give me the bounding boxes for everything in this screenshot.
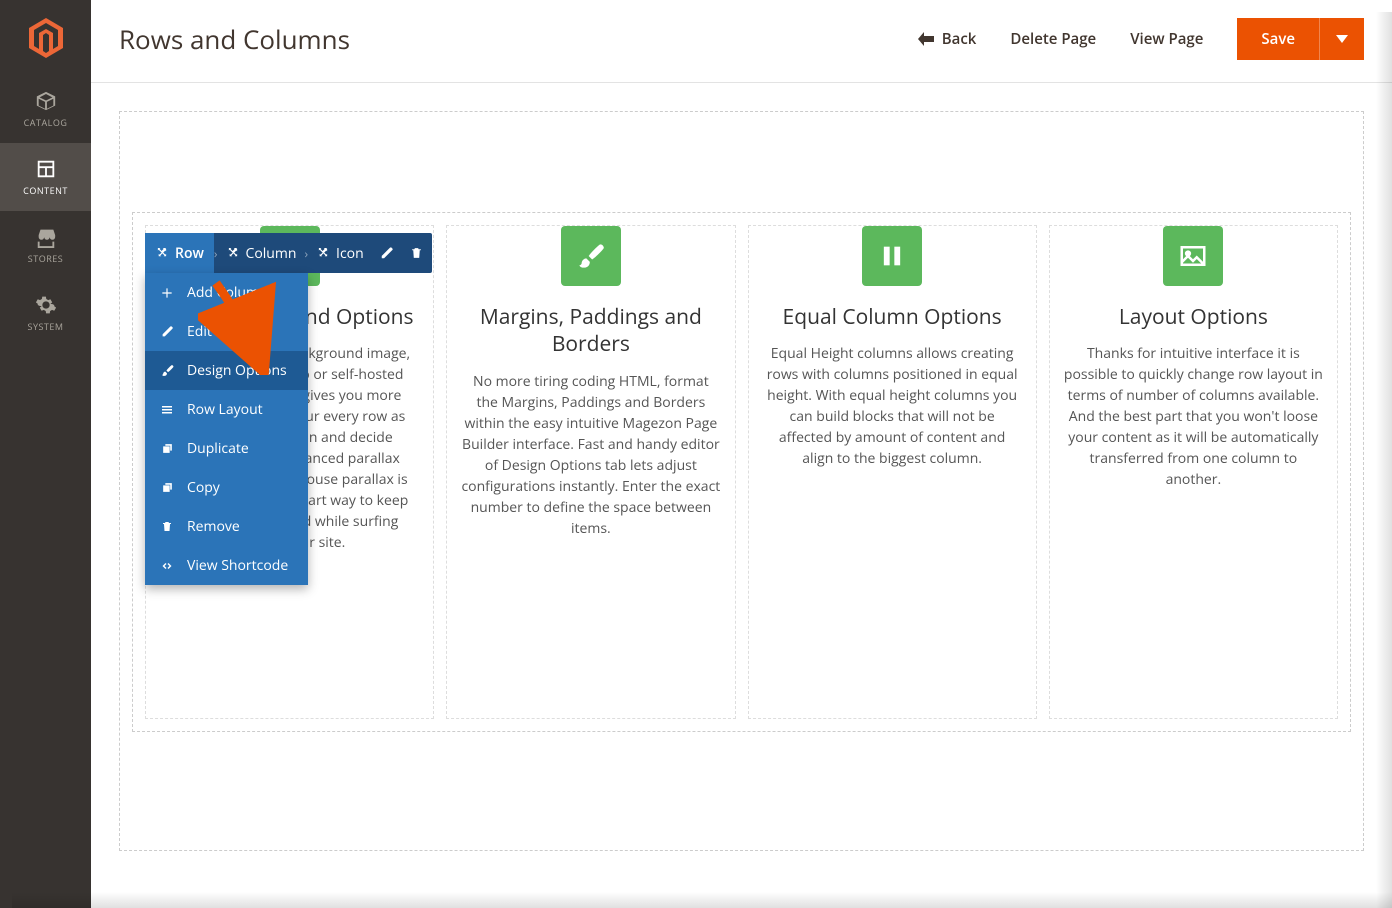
pencil-icon: [159, 325, 175, 338]
builder-column[interactable]: Layout Options Thanks for intuitive inte…: [1049, 225, 1338, 719]
header-actions: Back Delete Page View Page Save: [918, 18, 1364, 60]
builder-column[interactable]: Equal Column Options Equal Height column…: [748, 225, 1037, 719]
view-page-button[interactable]: View Page: [1130, 29, 1203, 49]
menu-edit[interactable]: Edit: [145, 312, 308, 351]
brush-icon: [159, 364, 175, 377]
save-button[interactable]: Save: [1237, 18, 1319, 60]
breadcrumb-delete[interactable]: [402, 233, 432, 273]
breadcrumb-icon[interactable]: Icon: [308, 244, 372, 263]
column-title: Equal Column Options: [771, 304, 1014, 331]
move-icon: [226, 246, 240, 260]
column-desc: No more tiring coding HTML, format the M…: [447, 371, 734, 539]
magento-logo[interactable]: [0, 0, 91, 75]
breadcrumb-edit[interactable]: [372, 233, 402, 273]
nav-label: CONTENT: [23, 184, 68, 197]
pencil-icon: [380, 246, 394, 260]
page-header: Rows and Columns Back Delete Page View P…: [91, 0, 1392, 83]
column-desc: Equal Height columns allows creating row…: [749, 343, 1036, 469]
menu-add-column[interactable]: Add Column: [145, 273, 308, 312]
menu-design-options[interactable]: Design Options: [145, 351, 308, 390]
feature-icon-box: [561, 226, 621, 286]
nav-catalog[interactable]: CATALOG: [0, 75, 91, 143]
move-icon: [316, 246, 330, 260]
menu-duplicate[interactable]: Duplicate: [145, 429, 308, 468]
trash-icon: [159, 520, 175, 533]
image-icon: [1178, 241, 1208, 271]
column-title: Margins, Paddings and Borders: [447, 304, 734, 359]
nav-label: STORES: [28, 252, 63, 265]
duplicate-icon: [159, 442, 175, 455]
pause-icon: [878, 242, 906, 270]
breadcrumb-row[interactable]: Row: [145, 233, 214, 273]
menu-view-shortcode[interactable]: View Shortcode: [145, 546, 308, 585]
trash-icon: [410, 246, 423, 260]
menu-copy[interactable]: Copy: [145, 468, 308, 507]
nav-label: SYSTEM: [28, 320, 64, 333]
save-button-group: Save: [1237, 18, 1364, 60]
breadcrumb-column[interactable]: Column: [218, 244, 305, 263]
column-title: Layout Options: [1107, 304, 1280, 331]
save-dropdown-toggle[interactable]: [1319, 18, 1364, 60]
nav-stores[interactable]: STORES: [0, 211, 91, 279]
menu-row-layout[interactable]: Row Layout: [145, 390, 308, 429]
column-desc: Thanks for intuitive interface it is pos…: [1050, 343, 1337, 490]
feature-icon-box: [862, 226, 922, 286]
builder-row[interactable]: Row Background Options Select the type o…: [132, 212, 1351, 732]
back-button[interactable]: Back: [918, 29, 977, 49]
copy-icon: [159, 481, 175, 494]
builder-column[interactable]: Margins, Paddings and Borders No more ti…: [446, 225, 735, 719]
layout-icon: [159, 404, 175, 416]
back-label: Back: [942, 29, 977, 49]
admin-sidebar: CATALOG CONTENT STORES SYSTEM: [0, 0, 91, 908]
page-title: Rows and Columns: [119, 21, 350, 57]
move-icon: [155, 246, 169, 260]
element-breadcrumb: Row › Column › Icon: [145, 233, 432, 273]
brush-icon: [577, 242, 605, 270]
delete-page-button[interactable]: Delete Page: [1010, 29, 1096, 49]
row-context-menu: Add Column Edit Design Options Row Layou…: [145, 273, 308, 585]
caret-down-icon: [1336, 35, 1348, 43]
nav-label: CATALOG: [24, 116, 68, 129]
nav-content[interactable]: CONTENT: [0, 143, 91, 211]
plus-icon: [159, 286, 175, 300]
code-icon: [159, 560, 175, 572]
menu-remove[interactable]: Remove: [145, 507, 308, 546]
feature-icon-box: [1163, 226, 1223, 286]
nav-system[interactable]: SYSTEM: [0, 279, 91, 347]
